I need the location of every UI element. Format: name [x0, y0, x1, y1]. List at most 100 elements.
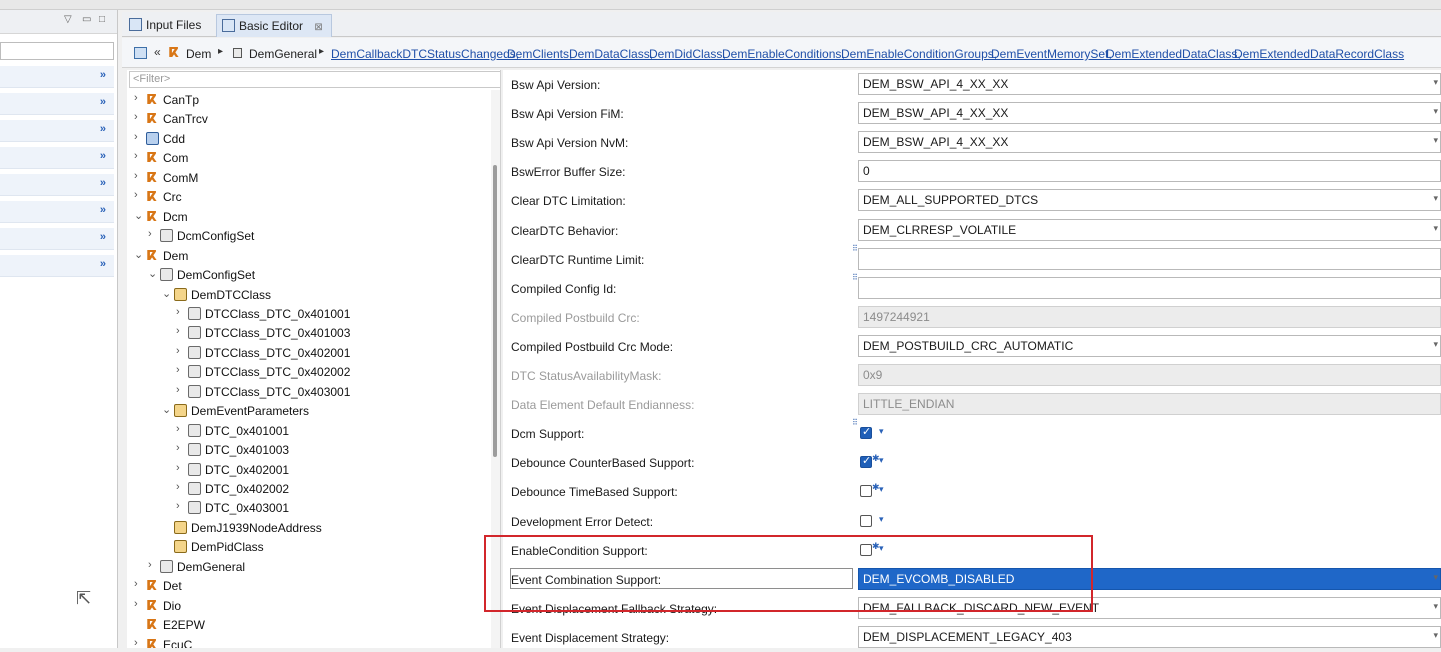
property-checkbox[interactable]	[860, 454, 872, 469]
property-combo-box[interactable]: DEM_ALL_SUPPORTED_DTCS ▾	[858, 189, 1441, 212]
expand-chevron-icon[interactable]: »	[100, 204, 106, 216]
tab-basic-editor[interactable]: Basic Editor ⊠	[216, 14, 332, 37]
property-text-field[interactable]: 0	[858, 160, 1441, 183]
expand-arrow-icon[interactable]: ›	[148, 559, 158, 571]
link-dem-enable-condition-groups[interactable]: DemEnableConditionGroups,	[841, 47, 997, 61]
editor-view-icon[interactable]	[134, 47, 147, 59]
outline-section[interactable]: »	[0, 201, 114, 223]
dropdown-arrow-icon[interactable]: ▾	[1433, 339, 1438, 350]
dropdown-arrow-icon[interactable]: ▾	[1433, 135, 1438, 146]
property-combo-box[interactable]: DEM_CLRRESP_VOLATILE ▾	[858, 218, 1441, 241]
outline-section[interactable]: »	[0, 66, 114, 88]
checkbox-dropdown-icon[interactable]: ▾	[879, 484, 884, 495]
expand-arrow-icon[interactable]: ›	[176, 345, 186, 357]
dropdown-arrow-icon[interactable]: ▾	[1433, 223, 1438, 234]
property-text-field[interactable]	[858, 247, 1441, 270]
expand-chevron-icon[interactable]: »	[100, 150, 106, 162]
outline-section[interactable]: »	[0, 174, 114, 196]
expand-arrow-icon[interactable]: ›	[134, 111, 144, 123]
dropdown-arrow-icon[interactable]: ▾	[1433, 601, 1438, 612]
expand-chevron-icon[interactable]: »	[100, 258, 106, 270]
expand-arrow-icon[interactable]: ›	[176, 442, 186, 454]
property-checkbox[interactable]	[860, 543, 872, 556]
outline-section[interactable]: »	[0, 93, 114, 115]
breadcrumb-item-dem[interactable]: Dem	[186, 47, 211, 61]
dropdown-arrow-icon[interactable]: ▾	[1433, 106, 1438, 117]
expand-arrow-icon[interactable]: ›	[176, 384, 186, 396]
dropdown-arrow-icon[interactable]: ▾	[1433, 193, 1438, 204]
property-combo-box[interactable]: DEM_BSW_API_4_XX_XX ▾	[858, 102, 1441, 125]
dropdown-arrow-icon[interactable]: ▾	[1433, 77, 1438, 88]
outline-section[interactable]: »	[0, 120, 114, 142]
outline-section[interactable]: »	[0, 228, 114, 250]
property-combo-box[interactable]: DEM_BSW_API_4_XX_XX ▾	[858, 73, 1441, 95]
property-combo-box[interactable]: DEM_FALLBACK_DISCARD_NEW_EVENT ▾	[858, 596, 1441, 619]
checkbox-dropdown-icon[interactable]: ▾	[879, 514, 884, 525]
expand-arrow-icon[interactable]: ›	[134, 92, 144, 104]
property-checkbox[interactable]	[860, 485, 872, 498]
collapse-arrow-icon[interactable]: ⌄	[134, 209, 144, 222]
expand-chevron-icon[interactable]: »	[100, 96, 106, 108]
formula-marker-icon[interactable]: ⠿	[852, 244, 858, 253]
expand-arrow-icon[interactable]: ›	[148, 228, 158, 240]
expand-arrow-icon[interactable]: ›	[134, 150, 144, 162]
breadcrumb-item-demgeneral[interactable]: DemGeneral	[249, 47, 317, 61]
expand-arrow-icon[interactable]: ›	[176, 423, 186, 435]
tree-filter-input[interactable]: <Filter>	[129, 71, 500, 88]
expand-chevron-icon[interactable]: »	[100, 69, 106, 81]
checkbox-dropdown-icon[interactable]: ▾	[879, 455, 884, 466]
expand-chevron-icon[interactable]: »	[100, 177, 106, 189]
collapse-arrow-icon[interactable]: ⌄	[148, 267, 158, 280]
checkbox-dropdown-icon[interactable]: ▾	[879, 426, 884, 437]
expand-arrow-icon[interactable]: ›	[176, 500, 186, 512]
tree-scrollbar-thumb[interactable]	[493, 165, 497, 457]
back-icon[interactable]: «	[154, 45, 161, 59]
outline-section[interactable]: »	[0, 147, 114, 169]
expand-arrow-icon[interactable]: ›	[176, 462, 186, 474]
link-dem-extended-data-record-class[interactable]: DemExtendedDataRecordClass	[1234, 47, 1404, 61]
property-combo-box[interactable]: DEM_BSW_API_4_XX_XX ▾	[858, 131, 1441, 154]
outline-section[interactable]: »	[0, 255, 114, 277]
collapse-arrow-icon[interactable]: ⌄	[134, 248, 144, 261]
close-tab-icon[interactable]: ⊠	[314, 22, 322, 33]
property-combo-box[interactable]: DEM_EVCOMB_DISABLED ▾	[858, 567, 1441, 590]
link-dem-enable-conditions[interactable]: DemEnableConditions,	[722, 47, 845, 61]
expand-arrow-icon[interactable]: ›	[176, 306, 186, 318]
expand-arrow-icon[interactable]: ›	[134, 578, 144, 590]
view-menu-icon[interactable]: ▽	[64, 14, 72, 25]
outline-search-input[interactable]	[0, 42, 114, 60]
link-dem-extended-data-class[interactable]: DemExtendedDataClass,	[1106, 47, 1241, 61]
minimize-icon[interactable]: ▭	[82, 14, 91, 25]
property-combo-box[interactable]: DEM_DISPLACEMENT_LEGACY_403 ▾	[858, 625, 1441, 648]
property-combo-box[interactable]: DEM_POSTBUILD_CRC_AUTOMATIC ▾	[858, 334, 1441, 357]
expand-arrow-icon[interactable]: ›	[176, 325, 186, 337]
link-dem-callback-dtc-status-changeds[interactable]: DemCallbackDTCStatusChangeds,	[331, 47, 519, 61]
collapse-arrow-icon[interactable]: ⌄	[162, 403, 172, 416]
expand-chevron-icon[interactable]: »	[100, 231, 106, 243]
link-dem-event-memory-set[interactable]: DemEventMemorySet,	[991, 47, 1112, 61]
formula-marker-icon[interactable]: ⠿	[852, 273, 858, 282]
maximize-icon[interactable]: □	[99, 14, 105, 25]
property-text-field[interactable]	[858, 276, 1441, 299]
property-text-field[interactable]: 1497244921	[858, 305, 1441, 328]
expand-arrow-icon[interactable]: ›	[134, 131, 144, 143]
tree-scrollbar[interactable]	[491, 90, 500, 648]
property-checkbox[interactable]	[860, 514, 872, 527]
expand-arrow-icon[interactable]: ›	[176, 364, 186, 376]
link-dem-did-class[interactable]: DemDidClass,	[649, 47, 726, 61]
property-checkbox[interactable]	[860, 425, 872, 440]
expand-arrow-icon[interactable]: ›	[134, 598, 144, 610]
expand-arrow-icon[interactable]: ›	[134, 637, 144, 648]
expand-arrow-icon[interactable]: ›	[134, 189, 144, 201]
link-dem-clients[interactable]: DemClients,	[507, 47, 572, 61]
dropdown-arrow-icon[interactable]: ▾	[1433, 630, 1438, 641]
expand-arrow-icon[interactable]: ›	[134, 170, 144, 182]
checkbox-dropdown-icon[interactable]: ▾	[879, 543, 884, 554]
property-text-field[interactable]: 0x9	[858, 364, 1441, 386]
collapse-arrow-icon[interactable]: ⌄	[162, 287, 172, 300]
dropdown-arrow-icon[interactable]: ▾	[1433, 572, 1438, 583]
link-dem-data-class[interactable]: DemDataClass,	[569, 47, 653, 61]
tab-input-files[interactable]: Input Files	[124, 14, 209, 37]
expand-arrow-icon[interactable]: ›	[176, 481, 186, 493]
formula-marker-icon[interactable]: ⠿	[852, 418, 858, 427]
